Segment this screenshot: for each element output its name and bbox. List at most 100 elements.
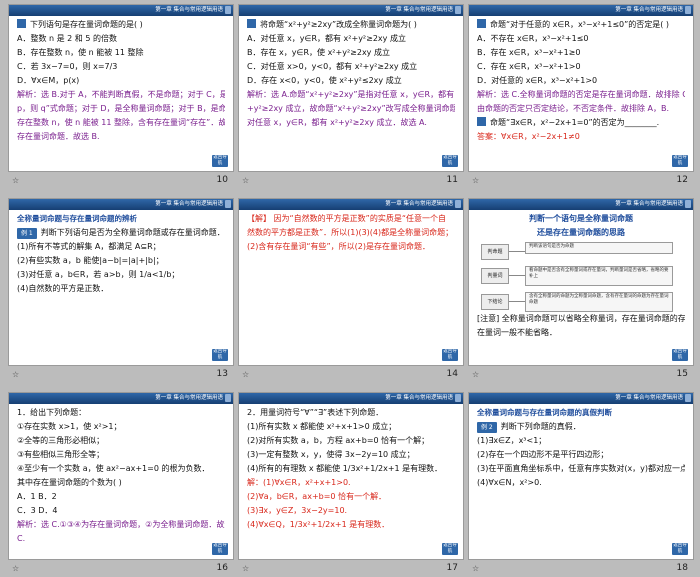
slide-header-bar: 第一章 集合与常用逻辑用语 <box>469 393 693 404</box>
text-line: 下列语句是存在量词命题的是( ) <box>17 18 225 32</box>
text-line: D．存在 x<0，y<0，使 x²+y²≤2xy 成立 <box>247 74 455 88</box>
nav-icon <box>685 6 691 14</box>
text-line-content: C. <box>17 534 26 543</box>
nav-icon <box>455 200 461 208</box>
star-icon[interactable]: ☆ <box>12 366 19 383</box>
text-line: ④至少有一个实数 a，使 ax²−ax+1=0 的根为负数． <box>17 462 225 476</box>
text-line-content: 下列语句是存在量词命题的是( ) <box>30 20 143 29</box>
slide-content: 全称量词命题与存在量词命题的真假判断例 2 判断下列命题的真假． (1)∃x∈Z，x… <box>469 404 693 490</box>
nav-icon <box>685 394 691 402</box>
text-line: (4)自然数的平方是正数． <box>17 282 225 296</box>
slide-header-text: 第一章 集合与常用逻辑用语 <box>155 201 223 207</box>
text-line: (2)含有存在量词“有些”，所以(2)是存在量词命题． <box>247 240 455 254</box>
slide-footer: ☆ 17 <box>238 560 464 577</box>
star-icon[interactable]: ☆ <box>472 366 479 383</box>
text-line-content: D．∀x∈M，p(x) <box>17 76 80 85</box>
text-line-content: D．对任意的 x∈R，x³−x²+1>0 <box>477 76 598 85</box>
text-line-content: (3)在平面直角坐标系中，任意有序实数对(x，y)都对应一点 P； <box>477 464 685 473</box>
return-nav-button[interactable]: 返回导航 <box>672 155 688 167</box>
slide-header-text: 第一章 集合与常用逻辑用语 <box>155 7 223 13</box>
text-line: 由命题的否定只否定结论，不否定条件．故排除 A，B. <box>477 102 685 116</box>
return-nav-button[interactable]: 返回导航 <box>212 543 228 555</box>
slide-content: 【解】 因为“自然数的平方是正数”的实质是“任意一个自 然数的平方都是正数”．所以… <box>239 210 463 254</box>
text-line: ②全等的三角形必相似； <box>17 434 225 448</box>
return-nav-button[interactable]: 返回导航 <box>442 543 458 555</box>
star-icon[interactable]: ☆ <box>12 172 19 189</box>
star-icon[interactable]: ☆ <box>242 366 249 383</box>
flow-connector <box>509 301 525 302</box>
slide-number: 15 <box>676 369 688 379</box>
flow-description: 看命题中是否含有全称量词或存在量词，判断量词是否省略，省略的要补上 <box>525 266 673 286</box>
text-line-content: D．存在 x<0，y<0，使 x²+y²≤2xy 成立 <box>247 76 402 85</box>
text-line: A．整数 n 是 2 和 5 的倍数 <box>17 32 225 46</box>
text-line: (2)∀a，b∈R，ax+b=0 恰有一个解． <box>247 490 455 504</box>
return-nav-button[interactable]: 返回导航 <box>212 155 228 167</box>
text-line-content: 2．用量词符号“∀”“∃”表述下列命题． <box>247 408 384 417</box>
slide-number: 13 <box>216 369 228 379</box>
text-line-content: (2)存在一个四边形不是平行四边形； <box>477 450 609 459</box>
flow-connector <box>509 251 525 252</box>
nav-icon <box>455 6 461 14</box>
text-line: B．存在整数 n，使 n 能被 11 整除 <box>17 46 225 60</box>
star-icon[interactable]: ☆ <box>472 560 479 577</box>
text-line: C．3 D．4 <box>17 504 225 518</box>
slide-header-text: 第一章 集合与常用逻辑用语 <box>155 395 223 401</box>
star-icon[interactable]: ☆ <box>242 560 249 577</box>
star-icon[interactable]: ☆ <box>12 560 19 577</box>
text-line-content: (2)对所有实数 a，b，方程 ax+b=0 恰有一个解； <box>247 436 430 445</box>
text-line-content: C．存在 x∈R，x³−x²+1>0 <box>477 62 581 71</box>
text-line: 答案：∀x∈R，x²−2x+1≠0 <box>477 130 685 144</box>
text-line: (2)有些实数 a，b 能使|a−b|=|a|+|b|； <box>17 254 225 268</box>
slide-header-text: 第一章 集合与常用逻辑用语 <box>385 395 453 401</box>
flowchart: 判命题 判断该语句是否为命题 判量词 看命题中是否含有全称量词或存在量词，判断量词是否… <box>477 242 685 312</box>
text-line-content: (1)∃x∈Z，x³<1； <box>477 436 547 445</box>
text-line: 将命题“x²+y²≥2xy”改成全称量词命题为( ) <box>247 18 455 32</box>
slide-header-text: 第一章 集合与常用逻辑用语 <box>615 395 683 401</box>
text-line-content: A．1 B．2 <box>17 492 57 501</box>
slide-thumbnail[interactable]: 第一章 集合与常用逻辑用语 判断一个语句是全称量词命题 还是存在量词命题的思路 判命题… <box>468 198 694 366</box>
slide-number: 14 <box>446 369 458 379</box>
text-line: 命题“∃x∈R，x²−2x+1=0”的否定为________. <box>477 116 685 130</box>
star-icon[interactable]: ☆ <box>472 172 479 189</box>
slide-section-subtitle: 还是存在量词命题的思路 <box>537 228 625 237</box>
slide-footer: ☆ 18 <box>468 560 694 577</box>
text-line-content: (3)一定有整数 x，y，使得 3x−2y=10 成立； <box>247 450 415 459</box>
return-nav-button[interactable]: 返回导航 <box>212 349 228 361</box>
slide-thumbnail[interactable]: 第一章 集合与常用逻辑用语 全称量词命题与存在量词命题的辨析例 1 判断下列语句是否… <box>8 198 234 366</box>
text-line-content: A．对任意 x，y∈R，都有 x²+y²≥2xy 成立 <box>247 34 406 43</box>
question-marker <box>17 19 26 28</box>
return-nav-button[interactable]: 返回导航 <box>672 543 688 555</box>
text-line: A．对任意 x，y∈R，都有 x²+y²≥2xy 成立 <box>247 32 455 46</box>
text-line: A．1 B．2 <box>17 490 225 504</box>
slide-thumbnail[interactable]: 第一章 集合与常用逻辑用语 2．用量词符号“∀”“∃”表述下列命题． (1)所有实数… <box>238 392 464 560</box>
slide-thumbnail[interactable]: 第一章 集合与常用逻辑用语【解】 因为“自然数的平方是正数”的实质是“任意一个自… <box>238 198 464 366</box>
text-line-content: 在量词一般不能省略． <box>477 328 557 337</box>
slide-header-text: 第一章 集合与常用逻辑用语 <box>385 201 453 207</box>
return-nav-button[interactable]: 返回导航 <box>672 349 688 361</box>
text-line-content: 解析：选 A.命题“x²+y²≥2xy”是指对任意 x，y∈R，都有 x² <box>247 90 455 99</box>
slide-thumbnail[interactable]: 第一章 集合与常用逻辑用语下列语句是存在量词命题的是( ) A．整数 n 是 2 … <box>8 4 234 172</box>
text-line-content: 判断下列语句是否为全称量词命题或存在量词命题． <box>40 228 225 237</box>
return-nav-button[interactable]: 返回导航 <box>442 349 458 361</box>
slide-thumbnail[interactable]: 第一章 集合与常用逻辑用语全称量词命题与存在量词命题的真假判断例 2 判断下列命题… <box>468 392 694 560</box>
return-nav-button[interactable]: 返回导航 <box>442 155 458 167</box>
slide-thumbnail[interactable]: 第一章 集合与常用逻辑用语 1．给出下列命题： ①存在实数 x>1，使 x²>1； ②… <box>8 392 234 560</box>
slide-content: 2．用量词符号“∀”“∃”表述下列命题． (1)所有实数 x 都能使 x²+x+1… <box>239 404 463 532</box>
text-line-content: (2)∀a，b∈R，ax+b=0 恰有一个解． <box>247 492 387 501</box>
slide-thumbnail[interactable]: 第一章 集合与常用逻辑用语 命题“对于任意的 x∈R，x³−x²+1≤0”的否定是… <box>468 4 694 172</box>
slide-number: 12 <box>676 175 688 185</box>
slide-thumbnail[interactable]: 第一章 集合与常用逻辑用语 将命题“x²+y²≥2xy”改成全称量词命题为( ) A… <box>238 4 464 172</box>
star-icon[interactable]: ☆ <box>242 172 249 189</box>
nav-icon <box>225 6 231 14</box>
slide-header-bar: 第一章 集合与常用逻辑用语 <box>469 5 693 16</box>
text-line: D．对任意的 x∈R，x³−x²+1>0 <box>477 74 685 88</box>
text-line-content: (4)∀x∈Q，1/3x²+1/2x+1 是有理数． <box>247 520 390 529</box>
text-line-content: B．存在 x∈R，x³−x²+1≥0 <box>477 48 581 57</box>
text-line-content: (2)有些实数 a，b 能使|a−b|=|a|+|b|； <box>17 256 164 265</box>
nav-icon <box>225 200 231 208</box>
slide-content: 下列语句是存在量词命题的是( ) A．整数 n 是 2 和 5 的倍数 B．存在整数… <box>9 16 233 144</box>
text-line-content: 命题“∃x∈R，x²−2x+1=0”的否定为________. <box>490 118 660 127</box>
slide-section-title: 全称量词命题与存在量词命题的真假判断 <box>477 408 612 417</box>
text-line: ③有些相似三角形全等； <box>17 448 225 462</box>
text-line: B．存在 x，y∈R，使 x²+y²≥2xy 成立 <box>247 46 455 60</box>
